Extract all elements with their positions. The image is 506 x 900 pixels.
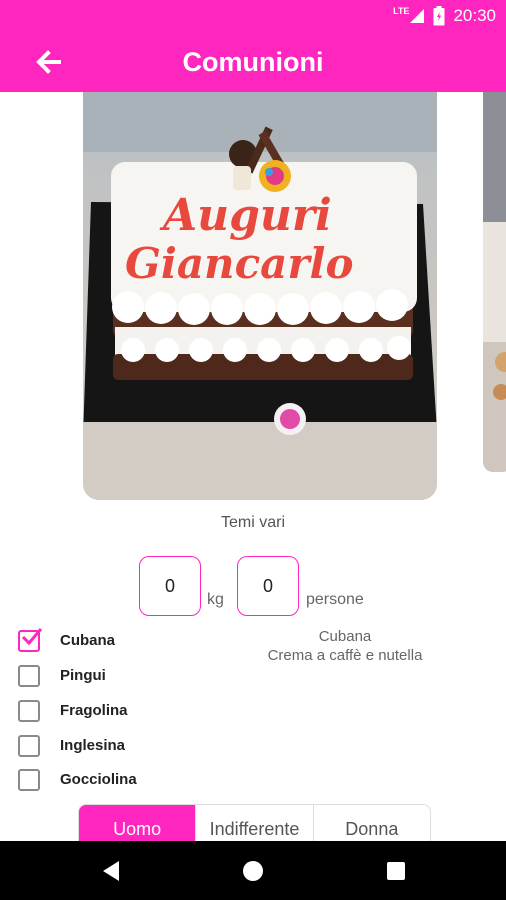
cake-image: Auguri Giancarlo xyxy=(83,92,437,500)
option-label: Gocciolina xyxy=(60,771,137,788)
status-bar: LTE 20:30 xyxy=(0,0,506,32)
kg-input[interactable]: 0 xyxy=(139,556,201,616)
back-triangle-icon[interactable] xyxy=(99,858,125,884)
description-detail: Crema a caffè e nutella xyxy=(267,647,423,664)
tab-donna[interactable]: Donna xyxy=(313,805,430,843)
checkbox-icon[interactable] xyxy=(18,735,40,757)
page-title: Comunioni xyxy=(182,47,324,77)
battery-icon xyxy=(433,6,445,26)
option-label: Cubana xyxy=(60,632,116,649)
system-nav-bar xyxy=(0,841,506,900)
app-bar: Comunioni xyxy=(0,32,506,92)
network-type: LTE xyxy=(393,6,410,16)
checkbox-icon[interactable] xyxy=(18,665,40,687)
status-icons: LTE 20:30 xyxy=(393,5,496,27)
option-label: Inglesina xyxy=(60,737,126,754)
next-photo-image xyxy=(483,92,506,472)
option-inglesina[interactable]: Inglesina xyxy=(18,733,125,759)
tab-indifferente[interactable]: Indifferente xyxy=(196,805,314,843)
cake-photo[interactable]: Auguri Giancarlo xyxy=(83,92,437,500)
checkbox-icon[interactable] xyxy=(18,700,40,722)
option-label: Pingui xyxy=(60,667,106,684)
photo-carousel[interactable]: Auguri Giancarlo xyxy=(0,92,506,502)
gender-segmented-control: Uomo Indifferente Donna xyxy=(78,804,431,844)
people-input[interactable]: 0 xyxy=(237,556,299,616)
description-name: Cubana xyxy=(318,628,372,645)
kg-unit-label: kg xyxy=(207,591,224,608)
home-circle-icon[interactable] xyxy=(240,858,266,884)
option-gocciolina[interactable]: Gocciolina xyxy=(18,767,137,793)
recents-square-icon[interactable] xyxy=(383,858,409,884)
photo-caption: Temi vari xyxy=(220,514,285,531)
status-time: 20:30 xyxy=(453,6,496,25)
tab-uomo[interactable]: Uomo xyxy=(79,805,197,843)
checkbox-icon[interactable] xyxy=(18,769,40,791)
checkbox-checked-icon[interactable] xyxy=(18,628,42,652)
cake-text-line1: Auguri xyxy=(159,190,332,241)
cake-text-line2: Giancarlo xyxy=(125,239,353,288)
next-photo-peek[interactable] xyxy=(483,92,506,472)
people-unit-label: persone xyxy=(306,591,364,608)
signal-icon xyxy=(410,9,425,23)
option-pingui[interactable]: Pingui xyxy=(18,663,106,689)
option-fragolina[interactable]: Fragolina xyxy=(18,698,128,724)
option-cubana[interactable]: Cubana xyxy=(18,628,115,654)
option-description: Cubana Crema a caffè e nutella xyxy=(250,627,440,665)
option-label: Fragolina xyxy=(60,702,128,719)
